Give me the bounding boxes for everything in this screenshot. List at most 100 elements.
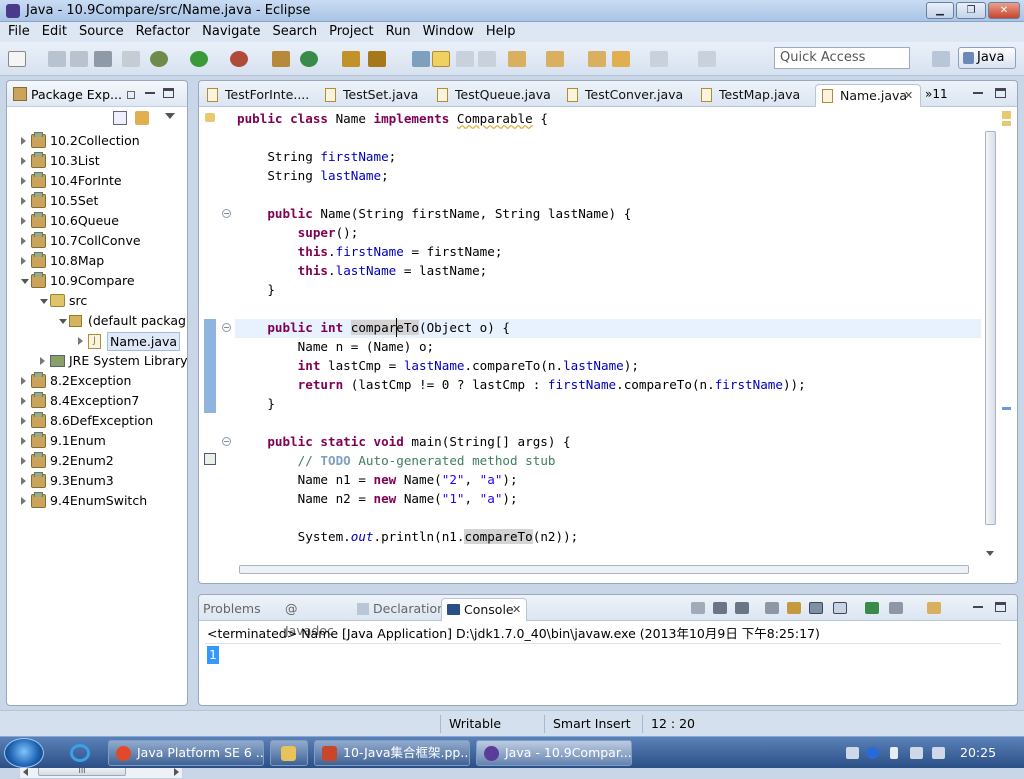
tab-javadoc[interactable]: @ Javadoc [285, 598, 347, 638]
view-menu-icon[interactable] [127, 91, 135, 99]
editor-hscrollbar[interactable] [235, 563, 981, 577]
tree-item[interactable]: 10.6Queue [7, 211, 187, 231]
overview-warning-marker[interactable] [1002, 121, 1011, 126]
editor-vscrollbar[interactable] [983, 127, 998, 557]
help-icon[interactable] [866, 747, 879, 759]
java-perspective-button[interactable]: Java [958, 47, 1016, 69]
expand-arrow-icon[interactable] [21, 197, 26, 205]
taskbar-app-powerpoint[interactable]: 10-Java集合框架.pp... [314, 740, 470, 766]
debug-icon[interactable] [150, 51, 168, 67]
tree-item[interactable]: 9.1Enum [7, 431, 187, 451]
quick-access-input[interactable]: Quick Access [774, 47, 910, 69]
search-icon[interactable] [368, 51, 386, 67]
expand-arrow-icon[interactable] [21, 397, 26, 405]
expand-arrow-icon[interactable] [21, 237, 26, 245]
expand-arrow-icon[interactable] [21, 257, 26, 265]
menu-run[interactable]: Run [380, 22, 417, 42]
expand-arrow-icon[interactable] [21, 437, 26, 445]
ie-icon[interactable] [70, 744, 90, 762]
link-with-editor-icon[interactable] [135, 111, 149, 125]
console-output[interactable]: 1 [205, 643, 1001, 683]
expand-arrow-icon[interactable] [21, 177, 26, 185]
maximize-editor-icon[interactable] [995, 88, 1006, 98]
expand-arrow-icon[interactable] [21, 137, 26, 145]
menu-file[interactable]: File [2, 22, 36, 42]
terminate-icon[interactable] [691, 602, 705, 614]
tree-item[interactable]: 10.3List [7, 151, 187, 171]
volume-icon[interactable] [932, 747, 945, 759]
tree-item[interactable]: J Name.java [7, 331, 187, 351]
taskbar-app-eclipse[interactable]: Java - 10.9Compar... [476, 740, 632, 766]
show-on-error-icon[interactable] [833, 602, 847, 614]
tree-item[interactable]: 10.7CollConve [7, 231, 187, 251]
menu-refactor[interactable]: Refactor [130, 22, 197, 42]
tab-testset[interactable]: TestSet.java [319, 84, 427, 107]
show-on-output-icon[interactable] [809, 602, 823, 614]
clock[interactable]: 20:25 [960, 745, 996, 760]
show-whitespace-icon[interactable] [478, 51, 496, 67]
maximize-console-icon[interactable] [995, 602, 1006, 612]
display-console-icon[interactable] [889, 602, 903, 614]
maximize-button[interactable]: ❐ [956, 2, 986, 19]
expand-arrow-icon[interactable] [40, 357, 45, 365]
new-java-project-icon[interactable] [272, 51, 290, 67]
save-all-icon[interactable] [70, 51, 88, 67]
task-icon[interactable] [204, 453, 216, 465]
toggle-mark-occurrences-icon[interactable] [412, 51, 430, 67]
fold-toggle-constructor[interactable]: − [222, 209, 231, 218]
tree-item[interactable]: 8.4Exception7 [7, 391, 187, 411]
expand-arrow-icon[interactable] [21, 457, 26, 465]
taskbar-app-browser[interactable]: Java Platform SE 6 ... [108, 740, 264, 766]
next-annotation-icon[interactable] [508, 51, 526, 67]
menu-search[interactable]: Search [266, 22, 323, 42]
tree-item[interactable]: JRE System Library [7, 351, 188, 371]
tab-name-java[interactable]: Name.java ✕ [815, 84, 921, 107]
last-edit-icon[interactable] [588, 51, 606, 67]
overview-warning-marker[interactable] [1002, 111, 1011, 119]
tree-item[interactable]: 10.4ForInte [7, 171, 187, 191]
block-selection-icon[interactable] [456, 51, 474, 67]
tab-declaration[interactable]: Declaration [355, 598, 445, 621]
tree-item[interactable]: 8.6DefException [7, 411, 187, 431]
view-menu-dropdown-icon[interactable] [165, 113, 175, 119]
tab-close-icon[interactable]: ✕ [904, 85, 913, 107]
tree-item[interactable]: 10.5Set [7, 191, 187, 211]
tree-item[interactable]: 8.2Exception [7, 371, 187, 391]
scroll-left-icon[interactable] [23, 768, 28, 776]
scroll-down-icon[interactable] [986, 551, 994, 556]
menu-window[interactable]: Window [417, 22, 480, 42]
expand-arrow-icon[interactable] [21, 377, 26, 385]
scroll-right-icon[interactable] [174, 768, 179, 776]
external-tools-icon[interactable] [230, 51, 248, 67]
tree-item[interactable]: 9.2Enum2 [7, 451, 187, 471]
back-icon[interactable] [612, 51, 630, 67]
expand-arrow-icon[interactable] [21, 217, 26, 225]
open-perspective-icon[interactable] [932, 51, 950, 67]
maximize-view-icon[interactable] [163, 88, 174, 98]
tree-item[interactable]: 10.2Collection [7, 131, 187, 151]
package-explorer-title[interactable]: Package Exp... [31, 87, 122, 102]
tab-testconver[interactable]: TestConver.java [561, 84, 691, 107]
menu-project[interactable]: Project [323, 22, 379, 42]
collapse-arrow-icon[interactable] [40, 299, 48, 304]
usb-icon[interactable] [890, 747, 898, 759]
toggle-breadcrumb-icon[interactable] [122, 51, 140, 67]
tree-item[interactable]: 10.9Compare [7, 271, 187, 291]
tree-item[interactable]: 10.8Map [7, 251, 187, 271]
tab-testforinte[interactable]: TestForInte.... [201, 84, 313, 107]
overview-occurrence-marker[interactable] [1002, 407, 1011, 410]
tab-testqueue[interactable]: TestQueue.java [431, 84, 555, 107]
minimize-console-icon[interactable] [973, 606, 983, 608]
open-console-icon[interactable] [927, 602, 941, 614]
tree-item[interactable]: 9.4EnumSwitch [7, 491, 187, 511]
previous-annotation-icon[interactable] [546, 51, 564, 67]
taskbar-app-explorer[interactable] [270, 740, 308, 766]
clear-console-icon[interactable] [765, 602, 779, 614]
tree-item[interactable]: src [7, 291, 187, 311]
tab-console[interactable]: Console ✕ [441, 598, 527, 621]
tree-item[interactable]: (default packag [7, 311, 187, 331]
editor-vscroll-thumb[interactable] [985, 131, 996, 525]
save-icon[interactable] [48, 51, 66, 67]
start-button[interactable] [4, 738, 44, 768]
scroll-lock-icon[interactable] [787, 602, 801, 614]
